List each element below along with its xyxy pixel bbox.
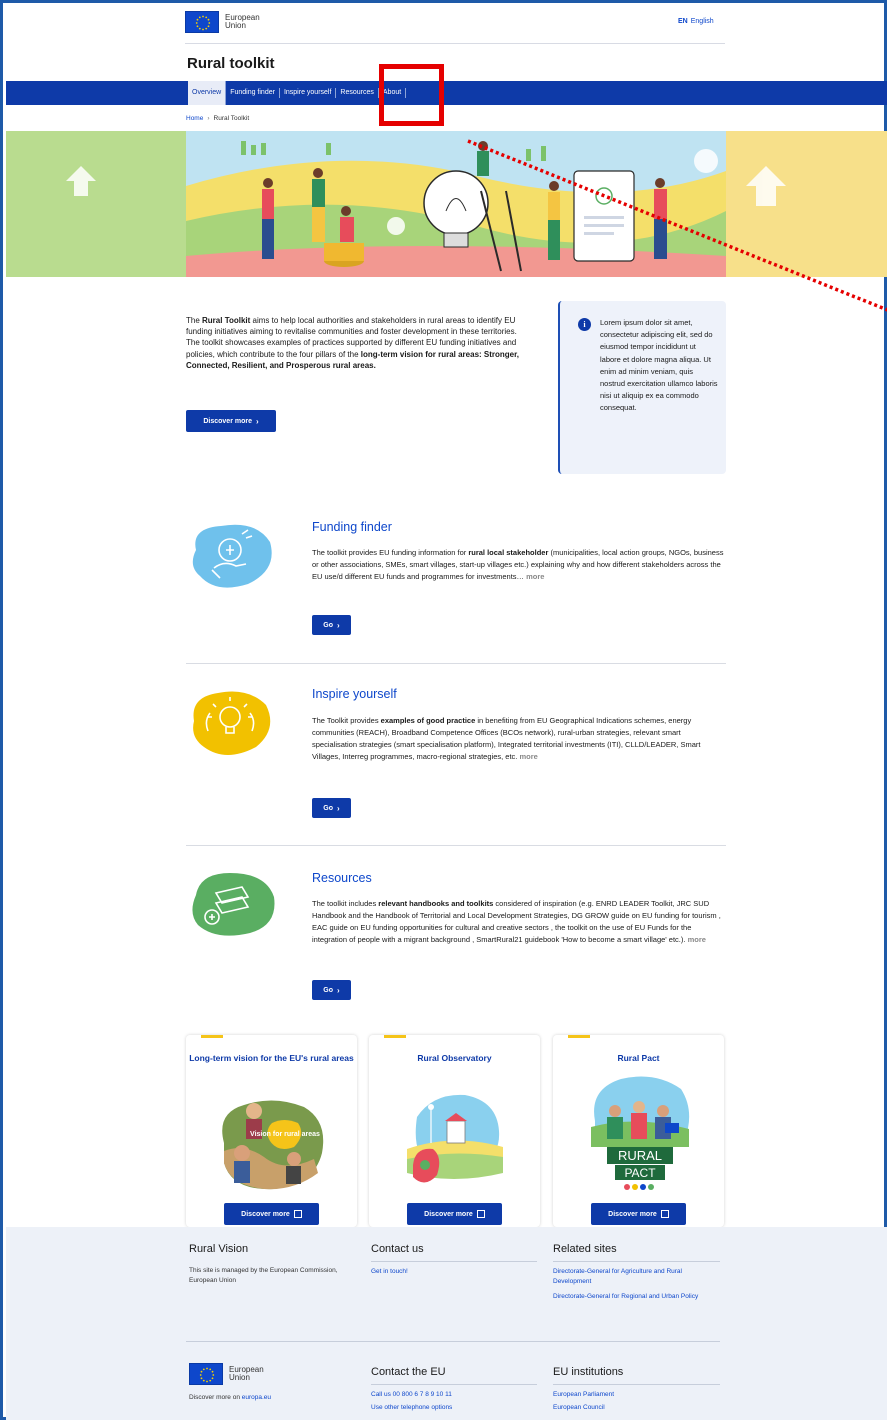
- breadcrumb-separator-icon: ›: [207, 115, 210, 122]
- footer-heading: Rural Vision: [189, 1243, 249, 1255]
- vision-illustration: Vision for rural areas: [222, 1100, 324, 1190]
- section-inspire-yourself: Inspire yourself The Toolkit provides ex…: [186, 687, 726, 827]
- info-box-text: Lorem ipsum dolor sit amet, consectetur …: [600, 318, 718, 413]
- inspire-yourself-icon: [193, 691, 271, 755]
- breadcrumb-home-link[interactable]: Home: [186, 115, 203, 122]
- discover-more-button[interactable]: Discover more: [224, 1203, 319, 1225]
- section-text: The toolkit provides EU funding informat…: [312, 548, 724, 581]
- section-resources: Resources The toolkit includes relevant …: [186, 869, 726, 1009]
- card-accent-bar: [201, 1035, 223, 1038]
- footer-eu-logo[interactable]: European Union: [189, 1363, 355, 1385]
- rural-pact-text-2: PACT: [624, 1166, 656, 1180]
- nav-item-resources[interactable]: Resources: [336, 88, 379, 98]
- eu-logo-text: European Union: [229, 1365, 264, 1382]
- footer-link-europa[interactable]: europa.eu: [242, 1394, 271, 1401]
- footer-link-council[interactable]: European Council: [553, 1403, 720, 1413]
- card-title: Rural Observatory: [417, 1053, 492, 1063]
- eu-logo-text: European Union: [225, 13, 260, 30]
- nav-item-overview[interactable]: Overview: [188, 81, 227, 105]
- footer-text: This site is managed by the European Com…: [189, 1267, 338, 1284]
- chevron-right-icon: ›: [337, 803, 340, 813]
- external-link-icon: [476, 1210, 485, 1218]
- card-title: Long-term vision for the EU's rural area…: [189, 1053, 354, 1063]
- observatory-illustration: [407, 1094, 503, 1183]
- rural-pact-text-1: RURAL: [618, 1148, 662, 1163]
- section-text: The Toolkit provides examples of good pr…: [312, 716, 701, 761]
- nav-item-inspire-yourself[interactable]: Inspire yourself: [280, 88, 337, 98]
- main-navigation: Overview Funding finder Inspire yourself…: [6, 81, 887, 105]
- header-divider: [185, 43, 725, 44]
- go-button[interactable]: Go ›: [312, 615, 351, 635]
- annotation-dotted-line: [467, 139, 887, 312]
- eu-flag-icon: [185, 11, 219, 33]
- card-long-term-vision[interactable]: Long-term vision for the EU's rural area…: [186, 1035, 357, 1227]
- discover-more-button[interactable]: Discover more ›: [186, 410, 276, 432]
- footer-col-eu-institutions: EU institutions European Parliament Euro…: [553, 1366, 720, 1413]
- site-title[interactable]: Rural toolkit: [187, 55, 275, 72]
- section-text: The toolkit includes relevant handbooks …: [312, 899, 721, 944]
- go-button[interactable]: Go ›: [312, 798, 351, 818]
- footer-link-parliament[interactable]: European Parliament: [553, 1390, 720, 1400]
- breadcrumb: Home › Rural Toolkit: [186, 115, 249, 122]
- discover-more-button[interactable]: Discover more: [591, 1203, 686, 1225]
- footer-link-dg-regio[interactable]: Directorate-General for Regional and Urb…: [553, 1292, 720, 1302]
- chevron-right-icon: ›: [255, 416, 259, 426]
- card-rural-pact[interactable]: Rural Pact RURAL PACT Discover more: [553, 1035, 724, 1227]
- card-accent-bar: [384, 1035, 406, 1038]
- footer-link-call[interactable]: Call us 00 800 6 7 8 9 10 11: [371, 1390, 537, 1400]
- footer-col-rural-vision: Rural Vision This site is managed by the…: [189, 1243, 355, 1286]
- external-link-icon: [660, 1210, 669, 1218]
- card-rural-observatory[interactable]: Rural Observatory Discover more: [369, 1035, 540, 1227]
- footer-col-eu: European Union Discover more on europa.e…: [189, 1363, 355, 1403]
- footer-heading: EU institutions: [553, 1366, 720, 1385]
- breadcrumb-current: Rural Toolkit: [213, 115, 250, 122]
- section-divider: [186, 663, 726, 664]
- more-link[interactable]: more: [688, 935, 706, 944]
- footer-col-contact-eu: Contact the EU Call us 00 800 6 7 8 9 10…: [371, 1366, 537, 1413]
- footer-col-contact-us: Contact us Get in touch!: [371, 1243, 537, 1277]
- funding-finder-icon: [192, 524, 272, 588]
- section-funding-finder: Funding finder The toolkit provides EU f…: [186, 518, 726, 658]
- external-link-icon: [293, 1210, 302, 1218]
- footer-col-related-sites: Related sites Directorate-General for Ag…: [553, 1243, 720, 1302]
- card-accent-bar: [568, 1035, 590, 1038]
- card-title: Rural Pact: [617, 1053, 660, 1063]
- eu-flag-icon: [189, 1363, 223, 1385]
- vision-image-text: Vision for rural areas: [250, 1131, 320, 1138]
- chevron-right-icon: ›: [337, 985, 340, 995]
- resources-icon: [192, 873, 275, 936]
- eu-logo[interactable]: European Union: [185, 11, 260, 33]
- discover-more-button[interactable]: Discover more: [407, 1203, 502, 1225]
- section-title[interactable]: Funding finder: [312, 520, 392, 534]
- language-selector[interactable]: EN English: [678, 18, 714, 25]
- section-title[interactable]: Inspire yourself: [312, 687, 397, 701]
- footer-heading: Contact us: [371, 1243, 537, 1262]
- nav-item-funding-finder[interactable]: Funding finder: [226, 88, 280, 98]
- chevron-right-icon: ›: [337, 620, 340, 630]
- footer-discover-text: Discover more on europa.eu: [189, 1394, 272, 1401]
- footer-link-dg-agri[interactable]: Directorate-General for Agriculture and …: [553, 1267, 720, 1287]
- more-link[interactable]: more: [519, 752, 537, 761]
- footer-heading: Related sites: [553, 1243, 720, 1262]
- info-icon: i: [578, 318, 591, 331]
- footer-divider: [186, 1341, 720, 1342]
- go-button[interactable]: Go ›: [312, 980, 351, 1000]
- rural-pact-illustration: RURAL PACT: [591, 1076, 690, 1190]
- annotation-highlight-box: [379, 64, 444, 126]
- info-box: i Lorem ipsum dolor sit amet, consectetu…: [558, 301, 726, 474]
- footer-link-get-in-touch[interactable]: Get in touch!: [371, 1267, 537, 1277]
- intro-text: The Rural Toolkit aims to help local aut…: [186, 316, 520, 370]
- footer-link-telephone[interactable]: Use other telephone options: [371, 1403, 537, 1413]
- section-title[interactable]: Resources: [312, 871, 372, 885]
- more-link[interactable]: more: [526, 572, 544, 581]
- footer-heading: Contact the EU: [371, 1366, 537, 1385]
- section-divider: [186, 845, 726, 846]
